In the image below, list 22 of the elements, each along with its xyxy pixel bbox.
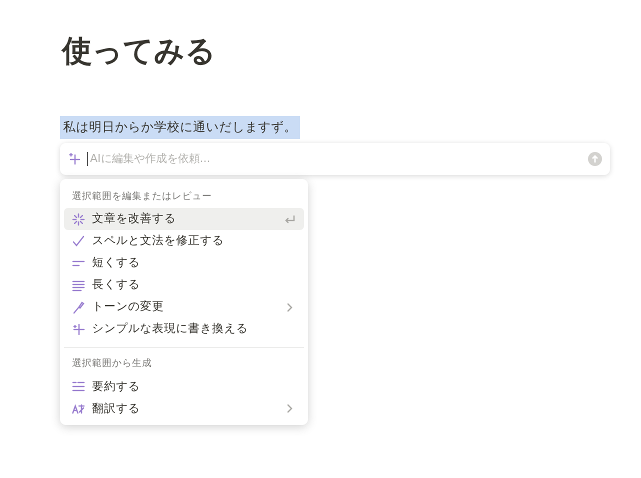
sparkle-burst-icon [72, 212, 85, 226]
menu-item[interactable]: 文章を改善する [64, 208, 304, 230]
section-heading: 選択範囲から生成 [71, 357, 153, 371]
menu-item[interactable]: トーンの変更 [64, 296, 304, 318]
selected-text: 私は明日からか学校に通いだしますず。 [60, 116, 300, 139]
sparkle-icon [68, 152, 81, 166]
page-title: 使ってみる [62, 33, 217, 71]
list-icon [72, 380, 85, 393]
checkmark-icon [72, 234, 85, 248]
translate-icon [72, 402, 85, 415]
menu-item[interactable]: スペルと文法を修正する [64, 230, 304, 252]
menu-item[interactable]: 翻訳する [64, 397, 304, 420]
long-lines-icon [72, 278, 85, 292]
menu-item[interactable]: シンプルな表現に書き換える [64, 318, 304, 340]
brush-icon [72, 300, 85, 314]
section-heading: 選択範囲を編集またはレビュー [71, 190, 213, 204]
return-key-icon [283, 212, 296, 226]
menu-item[interactable]: 短くする [64, 252, 304, 274]
menu-item[interactable]: 要約する [64, 375, 304, 398]
send-icon[interactable] [588, 152, 602, 166]
menu-item[interactable]: 長くする [64, 274, 304, 296]
sparkle-icon [72, 322, 85, 336]
